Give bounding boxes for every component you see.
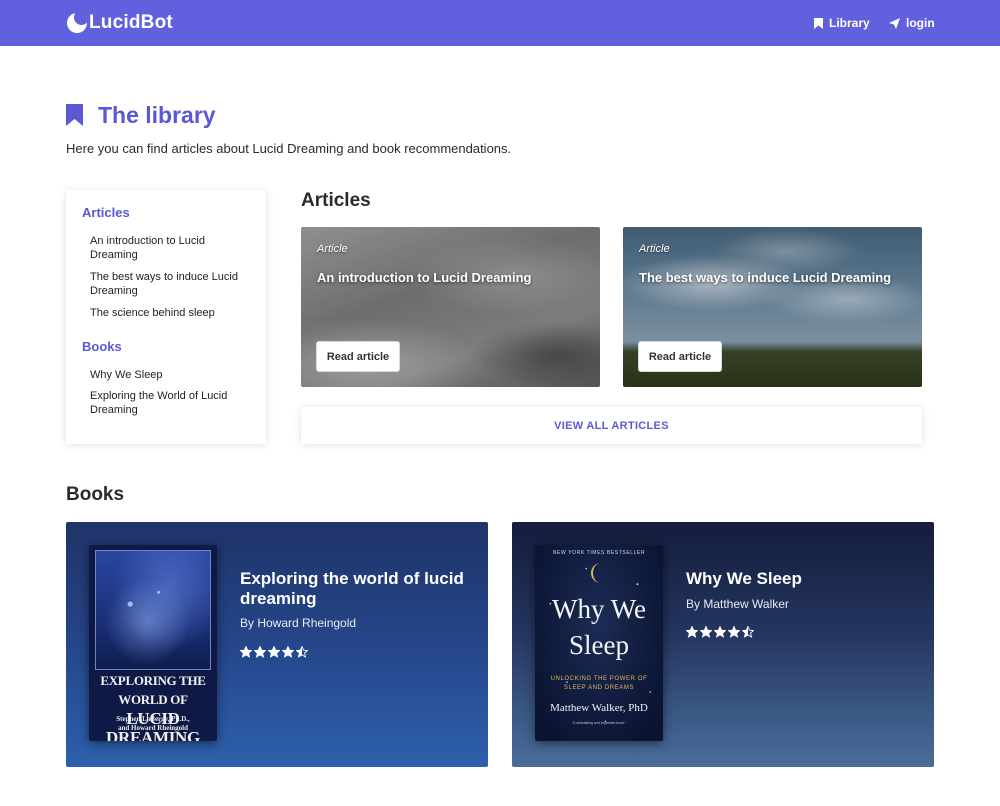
book-author: By Matthew Walker [686, 597, 789, 611]
read-article-button[interactable]: Read article [638, 341, 722, 372]
star-full-icon [686, 626, 698, 638]
cover-author: Matthew Walker, PhD [550, 702, 648, 714]
cover-blurb: "A stimulating and important book." [571, 721, 627, 725]
star-half-icon [742, 626, 754, 638]
nav-library-label: Library [829, 16, 870, 30]
page-title-row: The library [66, 102, 216, 128]
star-full-icon [714, 626, 726, 638]
sidebar: Articles An introduction to Lucid Dreami… [66, 190, 266, 444]
sidebar-item-why-we-sleep[interactable]: Why We Sleep [90, 368, 255, 382]
star-half-icon [296, 646, 308, 658]
article-kicker: Article [639, 243, 670, 255]
navbar: LucidBot Library login [0, 0, 1000, 46]
star-full-icon [282, 646, 294, 658]
cover-title-line: Why We [551, 594, 647, 624]
brand-logo[interactable]: LucidBot [67, 10, 173, 36]
articles-section-title: Articles [301, 190, 371, 211]
sidebar-item-induce-lucid-dreaming[interactable]: The best ways to induce Lucid Dreaming [90, 270, 255, 298]
article-title: The best ways to induce Lucid Dreaming [639, 270, 892, 285]
paper-plane-icon [889, 17, 900, 29]
cover-subtitle-line: SLEEP AND DREAMS [563, 685, 635, 691]
crescent-moon-icon [591, 563, 601, 583]
book-card[interactable]: EXPLORING THE WORLD OF LUCID DREAMING St… [66, 522, 488, 767]
cover-subtitle: UNLOCKING THE POWER OF SLEEP AND DREAMS [535, 675, 663, 693]
book-title: Why We Sleep [686, 569, 802, 588]
bookmark-icon [814, 17, 823, 29]
star-rating [240, 646, 308, 658]
star-rating [686, 626, 754, 638]
book-title: Exploring the world of lucid dreaming [240, 569, 464, 608]
nav-library-link[interactable]: Library [814, 15, 870, 31]
bookmark-icon [66, 104, 83, 126]
sidebar-item-exploring-lucid-dreaming[interactable]: Exploring the World of Lucid Dreaming [90, 389, 255, 417]
cover-artwork [95, 550, 211, 670]
cover-title-line: EXPLORING THE WORLD OF [100, 673, 206, 707]
article-title: An introduction to Lucid Dreaming [317, 270, 532, 285]
nav-login-link[interactable]: login [889, 15, 935, 31]
star-full-icon [728, 626, 740, 638]
cover-subtitle-line: UNLOCKING THE POWER OF [550, 676, 648, 682]
sidebar-item-science-sleep[interactable]: The science behind sleep [90, 306, 255, 320]
star-full-icon [254, 646, 266, 658]
book-card[interactable]: NEW YORK TIMES BESTSELLER Why We Sleep U… [512, 522, 934, 767]
star-full-icon [700, 626, 712, 638]
article-kicker: Article [317, 243, 348, 255]
sidebar-heading-books[interactable]: Books [82, 339, 122, 354]
star-full-icon [240, 646, 252, 658]
book-cover: NEW YORK TIMES BESTSELLER Why We Sleep U… [535, 545, 663, 741]
book-cover: EXPLORING THE WORLD OF LUCID DREAMING St… [89, 545, 217, 741]
cover-title: Why We Sleep [535, 591, 663, 663]
moon-icon [67, 10, 89, 33]
sidebar-item-intro-lucid-dreaming[interactable]: An introduction to Lucid Dreaming [90, 234, 255, 262]
page-title: The library [98, 101, 216, 128]
page-description: Here you can find articles about Lucid D… [66, 141, 512, 156]
cover-title-line: Sleep [569, 630, 629, 660]
brand-name: LucidBot [89, 12, 173, 33]
book-author: By Howard Rheingold [240, 616, 357, 630]
cover-bestseller-line: NEW YORK TIMES BESTSELLER [552, 550, 646, 556]
nav-login-label: login [906, 16, 935, 30]
read-article-button[interactable]: Read article [316, 341, 400, 372]
cover-author-line: and Howard Rheingold [117, 724, 189, 732]
cover-author-line: Stephen LaBerge, Ph.D., [116, 715, 190, 723]
books-section-title: Books [66, 484, 125, 505]
article-card[interactable]: Article An introduction to Lucid Dreamin… [301, 227, 600, 387]
star-full-icon [268, 646, 280, 658]
sidebar-heading-articles[interactable]: Articles [82, 205, 130, 220]
cover-authors: Stephen LaBerge, Ph.D., and Howard Rhein… [89, 715, 217, 733]
view-all-articles-button[interactable]: VIEW ALL ARTICLES [301, 407, 922, 444]
article-card[interactable]: Article The best ways to induce Lucid Dr… [623, 227, 922, 387]
